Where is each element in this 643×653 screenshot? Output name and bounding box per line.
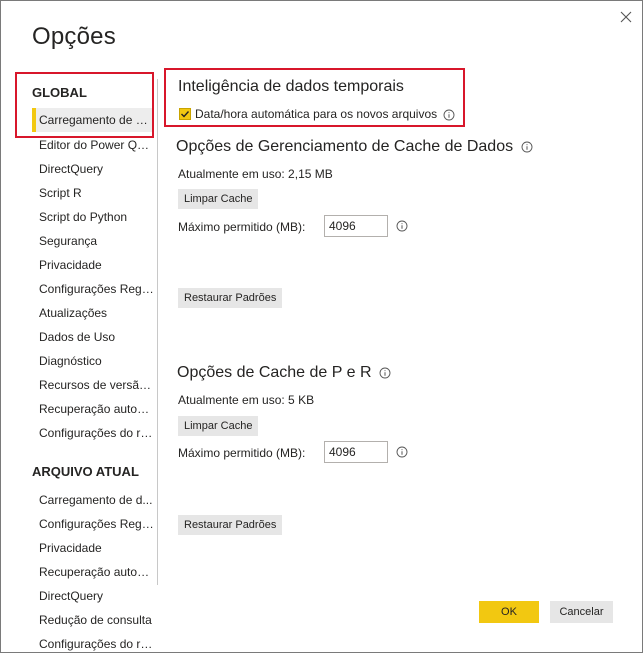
- close-icon[interactable]: [617, 8, 635, 26]
- sidebar-item-report-settings[interactable]: Configurações do re...: [32, 421, 154, 445]
- restore-data-cache-defaults-button[interactable]: Restaurar Padrões: [178, 288, 283, 308]
- sidebar-item-file-auto-recovery[interactable]: Recuperação autom...: [32, 560, 154, 584]
- sidebar-item-file-privacy[interactable]: Privacidade: [32, 536, 154, 560]
- cancel-button[interactable]: Cancelar: [550, 601, 613, 623]
- options-dialog: Opções GLOBAL Carregamento de Dados Edit…: [0, 0, 643, 653]
- restore-qa-cache-defaults-button[interactable]: Restaurar Padrões: [178, 515, 283, 535]
- info-icon[interactable]: [443, 109, 455, 121]
- info-icon[interactable]: [379, 367, 391, 379]
- sidebar-item-file-report-settings[interactable]: Configurações do re...: [32, 632, 154, 653]
- data-cache-max-input[interactable]: 4096: [324, 215, 388, 237]
- data-cache-heading: Opções de Gerenciamento de Cache de Dado…: [176, 138, 533, 156]
- checkmark-icon: [181, 111, 190, 118]
- global-highlight-box: [15, 72, 154, 138]
- sidebar-item-privacy[interactable]: Privacidade: [32, 253, 154, 277]
- sidebar-item-preview-features[interactable]: Recursos de versão...: [32, 373, 154, 397]
- data-cache-heading-text: Opções de Gerenciamento de Cache de Dado…: [176, 138, 514, 155]
- sidebar-item-diagnostics[interactable]: Diagnóstico: [32, 349, 154, 373]
- sidebar-item-regional-settings[interactable]: Configurações Regi...: [32, 277, 154, 301]
- sidebar-item-file-data-load[interactable]: Carregamento de d...: [32, 488, 154, 512]
- qa-cache-heading: Opções de Cache de P e R: [177, 364, 391, 382]
- auto-datetime-label-text: Data/hora automática para os novos arqui…: [195, 107, 438, 121]
- data-cache-in-use: Atualmente em uso: 2,15 MB: [178, 167, 333, 181]
- sidebar-item-usage-data[interactable]: Dados de Uso: [32, 325, 154, 349]
- sidebar-item-updates[interactable]: Atualizações: [32, 301, 154, 325]
- info-icon[interactable]: [396, 220, 408, 232]
- sidebar-item-file-regional-settings[interactable]: Configurações Regi...: [32, 512, 154, 536]
- qa-cache-max-label: Máximo permitido (MB):: [178, 446, 306, 460]
- ok-button[interactable]: OK: [479, 601, 539, 623]
- qa-cache-max-input[interactable]: 4096: [324, 441, 388, 463]
- data-cache-max-label: Máximo permitido (MB):: [178, 220, 306, 234]
- clear-data-cache-button[interactable]: Limpar Cache: [178, 189, 259, 209]
- auto-datetime-label: Data/hora automática para os novos arqui…: [195, 107, 455, 121]
- sidebar-item-directquery[interactable]: DirectQuery: [32, 157, 154, 181]
- time-intelligence-heading: Inteligência de dados temporais: [178, 78, 404, 95]
- info-icon[interactable]: [396, 446, 408, 458]
- sidebar-item-security[interactable]: Segurança: [32, 229, 154, 253]
- sidebar-item-auto-recovery[interactable]: Recuperação autom...: [32, 397, 154, 421]
- sidebar-divider: [157, 79, 158, 585]
- clear-qa-cache-button[interactable]: Limpar Cache: [178, 416, 259, 436]
- info-icon[interactable]: [521, 141, 533, 153]
- sidebar-item-r-script[interactable]: Script R: [32, 181, 154, 205]
- qa-cache-in-use: Atualmente em uso: 5 KB: [178, 393, 315, 407]
- auto-datetime-checkbox[interactable]: [179, 108, 191, 120]
- current-file-section-header: ARQUIVO ATUAL: [32, 464, 139, 479]
- qa-cache-heading-text: Opções de Cache de P e R: [177, 364, 372, 381]
- sidebar-item-python-script[interactable]: Script do Python: [32, 205, 154, 229]
- sidebar-item-file-directquery[interactable]: DirectQuery: [32, 584, 154, 608]
- sidebar-item-file-query-reduction[interactable]: Redução de consulta: [32, 608, 154, 632]
